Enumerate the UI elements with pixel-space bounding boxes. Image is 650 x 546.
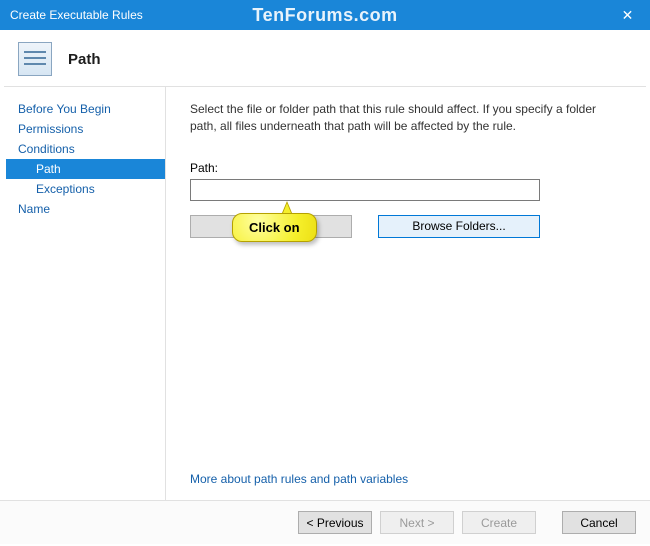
- path-input[interactable]: [190, 179, 540, 201]
- title-bar: Create Executable Rules TenForums.com ✕: [0, 0, 650, 30]
- watermark: TenForums.com: [252, 5, 397, 26]
- path-label: Path:: [190, 161, 626, 175]
- sidebar-item-exceptions[interactable]: Exceptions: [6, 179, 165, 199]
- browse-files-button[interactable]: Browse Files...: [190, 215, 352, 238]
- sidebar-item-path[interactable]: Path: [6, 159, 165, 179]
- page-icon: [18, 42, 52, 76]
- close-icon[interactable]: ✕: [605, 0, 650, 30]
- description-text: Select the file or folder path that this…: [190, 101, 626, 135]
- help-link[interactable]: More about path rules and path variables: [190, 472, 626, 486]
- previous-button[interactable]: < Previous: [298, 511, 372, 534]
- wizard-sidebar: Before You Begin Permissions Conditions …: [0, 87, 165, 500]
- wizard-header: Path: [0, 30, 650, 86]
- content-pane: Select the file or folder path that this…: [165, 87, 650, 500]
- browse-folders-button[interactable]: Browse Folders...: [378, 215, 540, 238]
- window-title: Create Executable Rules: [10, 8, 143, 22]
- cancel-button[interactable]: Cancel: [562, 511, 636, 534]
- sidebar-item-before-you-begin[interactable]: Before You Begin: [6, 99, 165, 119]
- next-button: Next >: [380, 511, 454, 534]
- sidebar-item-permissions[interactable]: Permissions: [6, 119, 165, 139]
- sidebar-item-conditions[interactable]: Conditions: [6, 139, 165, 159]
- sidebar-item-name[interactable]: Name: [6, 199, 165, 219]
- create-button: Create: [462, 511, 536, 534]
- wizard-footer: < Previous Next > Create Cancel: [0, 500, 650, 544]
- page-title: Path: [68, 51, 101, 68]
